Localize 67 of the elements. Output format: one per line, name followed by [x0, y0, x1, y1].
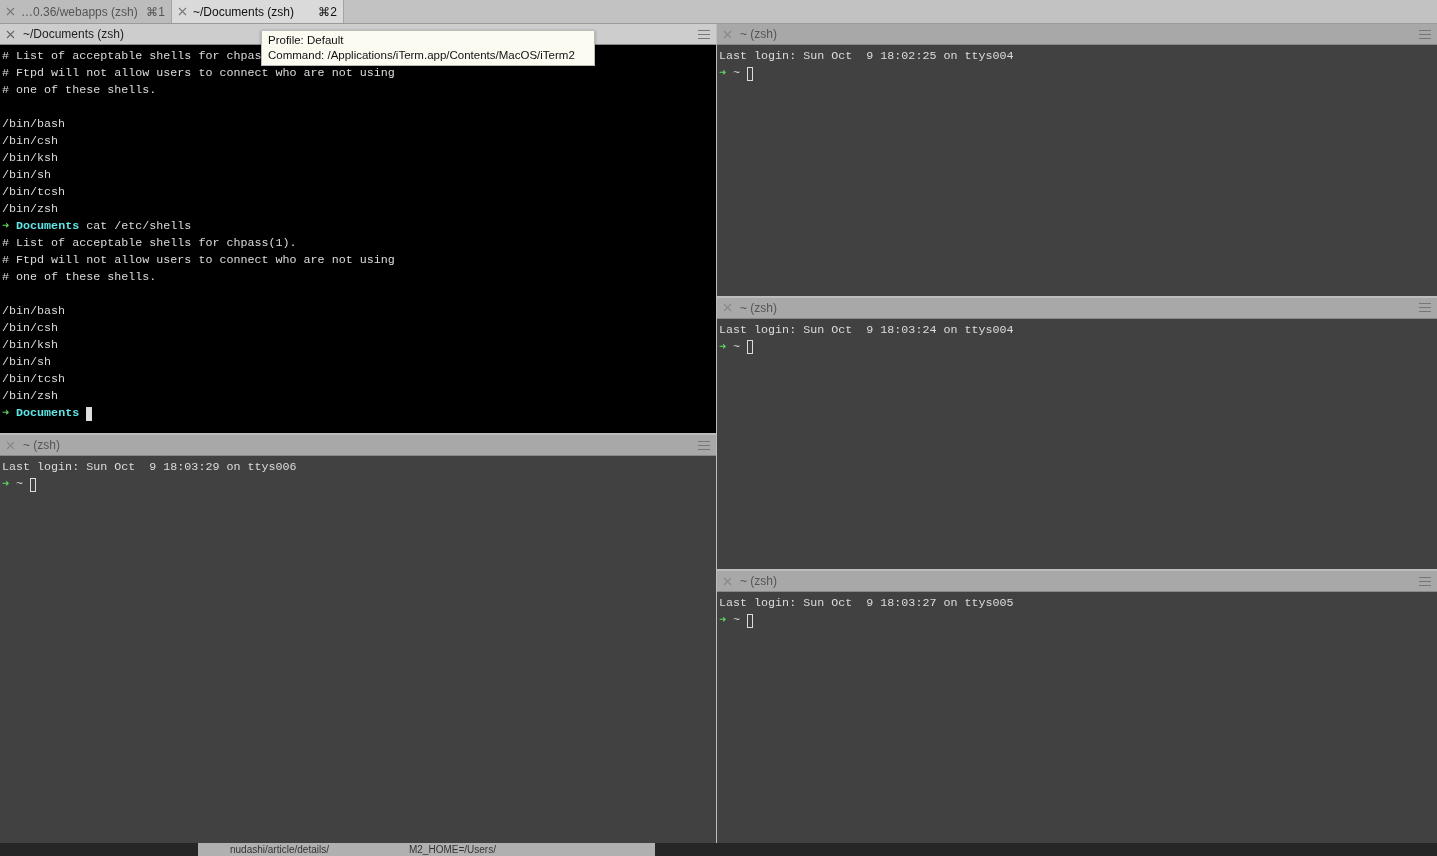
tab[interactable]: …0.36/webapps (zsh) ⌘1 — [0, 0, 172, 23]
terminal-line: Last login: Sun Oct 9 18:03:29 on ttys006 — [2, 459, 297, 476]
prompt-directory: ~ — [733, 338, 741, 356]
terminal-line: /bin/zsh — [2, 388, 59, 405]
pane-title: ~ (zsh) — [23, 438, 60, 452]
prompt-directory: ~ — [16, 476, 24, 493]
terminal-line: Last login: Sun Oct 9 18:02:25 on ttys004 — [719, 48, 1014, 65]
shortcut-label: ⌘1 — [146, 4, 165, 19]
pane-title: ~ (zsh) — [740, 27, 777, 41]
tab[interactable]: ~/Documents (zsh) ⌘2 — [172, 0, 344, 23]
close-icon[interactable] — [6, 7, 15, 16]
prompt-arrow: ➜ — [2, 405, 10, 422]
prompt-directory: Documents — [16, 218, 80, 235]
close-icon[interactable] — [723, 29, 732, 39]
prompt-arrow: ➜ — [2, 218, 10, 235]
close-icon[interactable] — [723, 576, 732, 586]
tab-title: …0.36/webapps (zsh) — [21, 4, 138, 19]
terminal-line: /bin/sh — [2, 354, 52, 371]
prompt-arrow: ➜ — [2, 476, 10, 493]
prompt-arrow: ➜ — [719, 612, 727, 630]
terminal-line: /bin/bash — [2, 116, 66, 133]
window-text: nudashi/article/details/ — [230, 844, 329, 855]
terminal-line: # one of these shells. — [2, 82, 157, 99]
terminal-pane[interactable]: Last login: Sun Oct 9 18:03:24 on ttys004 ➜ ~ — [717, 318, 1437, 570]
terminal-line: /bin/ksh — [2, 150, 59, 167]
terminal-pane[interactable] — [0, 45, 716, 433]
prompt-directory: ~ — [733, 65, 741, 82]
tooltip-text: Command: /Applications/iTerm.app/Contents/MacOS/iTerm2 — [268, 48, 576, 63]
terminal-line: /bin/tcsh — [2, 371, 66, 388]
terminal-line: # List of acceptable shells for chpass(1). — [2, 235, 297, 252]
terminal-line: /bin/sh — [2, 167, 52, 184]
terminal-line: /bin/csh — [2, 320, 59, 337]
terminal-line: /bin/tcsh — [2, 184, 66, 201]
terminal-line: /bin/ksh — [2, 337, 59, 354]
prompt-directory: Documents — [16, 405, 80, 422]
terminal-line: # Ftpd will not allow users to connect who are not using — [2, 252, 395, 269]
tab-title: ~/Documents (zsh) — [193, 4, 295, 19]
terminal-pane[interactable]: Last login: Sun Oct 9 18:03:29 on ttys006 ➜ ~ — [0, 456, 716, 843]
close-icon[interactable] — [6, 29, 15, 39]
terminal-line: # List of acceptable shells for chpas — [2, 48, 262, 65]
close-icon[interactable] — [723, 303, 732, 313]
pane-title: ~ (zsh) — [740, 574, 777, 589]
terminal-line: /bin/bash — [2, 303, 66, 320]
close-icon[interactable] — [178, 7, 187, 16]
terminal-line: # one of these shells. — [2, 269, 157, 286]
pane-title: ~ (zsh) — [740, 300, 777, 315]
menu-icon[interactable] — [1419, 576, 1431, 586]
tooltip-text: Profile: Default — [268, 33, 345, 48]
terminal-line: Last login: Sun Oct 9 18:03:27 on ttys005 — [719, 595, 1014, 613]
menu-icon[interactable] — [1419, 303, 1431, 313]
terminal-line: # Ftpd will not allow users to connect who are not using — [2, 65, 395, 82]
terminal-line: Last login: Sun Oct 9 18:03:24 on ttys004 — [719, 321, 1014, 339]
window-text: M2_HOME=/Users/ — [408, 844, 496, 855]
menu-icon[interactable] — [1419, 29, 1431, 39]
prompt-directory: ~ — [733, 612, 741, 630]
menu-icon[interactable] — [698, 29, 710, 39]
menu-icon[interactable] — [698, 440, 710, 450]
pane-title: ~/Documents (zsh) — [23, 27, 125, 41]
terminal-line: /bin/zsh — [2, 201, 59, 218]
prompt-arrow: ➜ — [719, 338, 727, 356]
prompt-arrow: ➜ — [719, 65, 727, 82]
close-icon[interactable] — [6, 440, 15, 450]
shortcut-label: ⌘2 — [318, 4, 337, 19]
terminal-pane[interactable]: Last login: Sun Oct 9 18:02:25 on ttys004 ➜ ~ — [717, 45, 1437, 296]
terminal-line: /bin/csh — [2, 133, 59, 150]
terminal-pane[interactable]: Last login: Sun Oct 9 18:03:27 on ttys005 ➜ ~ — [717, 592, 1437, 843]
terminal-command: cat /etc/shells — [86, 218, 192, 235]
